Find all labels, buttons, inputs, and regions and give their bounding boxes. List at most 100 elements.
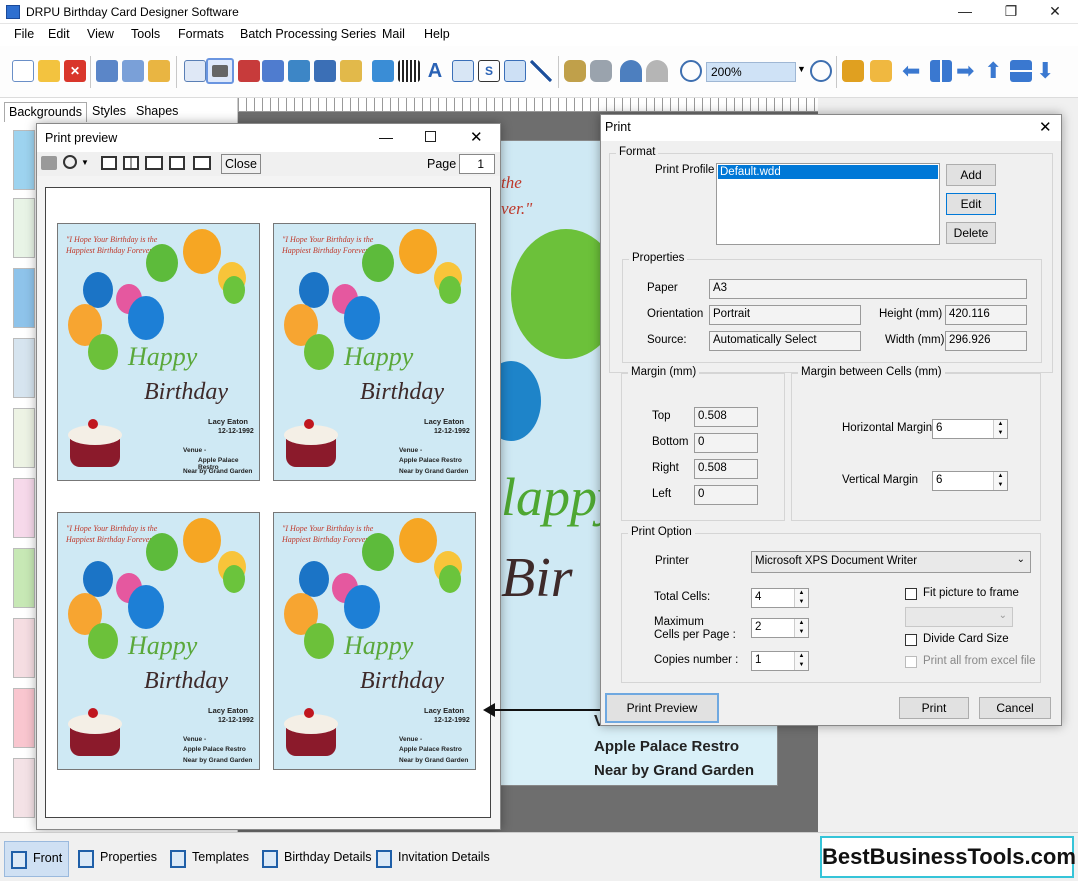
card-birthday-text[interactable]: Bir	[501, 546, 573, 610]
minimize-button[interactable]: —	[942, 0, 988, 24]
card-venue-line2[interactable]: Apple Palace Restro	[594, 738, 739, 755]
tab-birthday-details[interactable]: Birthday Details	[256, 841, 378, 877]
left-margin-field[interactable]: 0	[694, 485, 758, 505]
fit-picture-select[interactable]: ⌄	[905, 607, 1013, 627]
redo-icon[interactable]	[646, 60, 668, 82]
tab-shapes[interactable]: Shapes	[132, 102, 182, 122]
menu-view[interactable]: View	[87, 27, 114, 41]
mail-icon[interactable]	[504, 60, 526, 82]
tab-front[interactable]: Front	[4, 841, 70, 877]
card-venue-line3[interactable]: Near by Grand Garden	[594, 762, 754, 779]
source-field[interactable]: Automatically Select	[709, 331, 861, 351]
width-field[interactable]: 296.926	[945, 331, 1027, 351]
print-all-excel-checkbox[interactable]	[905, 656, 917, 668]
print-profile-list[interactable]: Default.wdd	[716, 163, 940, 245]
watermark-icon[interactable]	[372, 60, 394, 82]
undo-icon[interactable]	[620, 60, 642, 82]
background-thumbnail[interactable]	[13, 758, 35, 818]
spinner-arrows-icon[interactable]: ▲ ▼	[794, 589, 808, 607]
max-cells-spinner[interactable]: 2 ▲ ▼	[751, 618, 809, 638]
maximize-button[interactable]: ❐	[988, 0, 1034, 24]
print-button[interactable]: Print	[899, 697, 969, 719]
three-pages-icon[interactable]	[145, 156, 163, 170]
lock-icon[interactable]	[842, 60, 864, 82]
divide-card-checkbox[interactable]	[905, 634, 917, 646]
background-thumbnail[interactable]	[13, 548, 35, 608]
background-thumbnail[interactable]	[13, 688, 35, 748]
preview-zoom-icon[interactable]	[63, 155, 77, 169]
database-icon[interactable]	[564, 60, 586, 82]
menu-tools[interactable]: Tools	[131, 27, 160, 41]
menu-help[interactable]: Help	[424, 27, 450, 41]
menu-formats[interactable]: Formats	[178, 27, 224, 41]
background-thumbnail[interactable]	[13, 268, 35, 328]
tab-templates[interactable]: Templates	[164, 841, 255, 877]
menu-edit[interactable]: Edit	[48, 27, 70, 41]
pen-icon[interactable]	[314, 60, 336, 82]
print-preview-button[interactable]: Print Preview	[605, 693, 719, 723]
printer-select[interactable]: Microsoft XPS Document Writer ⌄	[751, 551, 1031, 573]
page-number-input[interactable]: 1	[459, 154, 495, 174]
save-as-icon[interactable]	[122, 60, 144, 82]
spinner-arrows-icon[interactable]: ▲ ▼	[794, 652, 808, 670]
zoom-out-icon[interactable]	[810, 60, 832, 82]
background-thumbnail[interactable]	[13, 478, 35, 538]
word-art-icon[interactable]	[452, 60, 474, 82]
new-icon[interactable]	[12, 60, 34, 82]
save-icon[interactable]	[96, 60, 118, 82]
zoom-dropdown-icon[interactable]: ▼	[797, 64, 806, 74]
two-pages-icon[interactable]	[123, 156, 139, 170]
signature-icon[interactable]: S	[478, 60, 500, 82]
background-thumbnail[interactable]	[13, 130, 35, 190]
spinner-arrows-icon[interactable]: ▲ ▼	[794, 619, 808, 637]
preview-close-text-button[interactable]: Close	[221, 154, 261, 174]
add-profile-button[interactable]: Add	[946, 164, 996, 186]
vertical-margin-spinner[interactable]: 6 ▲ ▼	[932, 471, 1008, 491]
edit-profile-button[interactable]: Edit	[946, 193, 996, 215]
preview-zoom-dropdown-icon[interactable]: ▼	[81, 158, 89, 167]
spinner-arrows-icon[interactable]: ▲ ▼	[993, 420, 1007, 438]
database-gray-icon[interactable]	[590, 60, 612, 82]
horizontal-margin-spinner[interactable]: 6 ▲ ▼	[932, 419, 1008, 439]
delete-profile-button[interactable]: Delete	[946, 222, 996, 244]
preview-maximize-button[interactable]	[425, 131, 436, 142]
background-thumbnail[interactable]	[13, 338, 35, 398]
arrow-left-icon[interactable]: ⬅	[902, 60, 924, 82]
flip-vertical-icon[interactable]	[1010, 60, 1032, 82]
zoom-in-icon[interactable]	[680, 60, 702, 82]
preview-minimize-button[interactable]: —	[379, 129, 393, 145]
background-thumbnail[interactable]	[13, 618, 35, 678]
right-margin-field[interactable]: 0.508	[694, 459, 758, 479]
shapes-icon[interactable]	[340, 60, 362, 82]
background-thumbnail[interactable]	[13, 198, 35, 258]
open-icon[interactable]	[38, 60, 60, 82]
copy-icon[interactable]	[238, 60, 260, 82]
flip-horizontal-icon[interactable]	[930, 60, 952, 82]
zoom-combo[interactable]: 200%	[706, 62, 796, 82]
print-dialog-close-button[interactable]: ✕	[1039, 118, 1052, 136]
tab-invitation-details[interactable]: Invitation Details	[370, 841, 496, 877]
export-icon[interactable]	[148, 60, 170, 82]
arrow-down-icon[interactable]: ⬇	[1036, 60, 1058, 82]
total-cells-spinner[interactable]: 4 ▲ ▼	[751, 588, 809, 608]
six-pages-icon[interactable]	[193, 156, 211, 170]
arrow-right-icon[interactable]: ➡	[956, 60, 978, 82]
paper-field[interactable]: A3	[709, 279, 1027, 299]
bottom-margin-field[interactable]: 0	[694, 433, 758, 453]
menu-file[interactable]: File	[14, 27, 34, 41]
line-icon[interactable]	[530, 60, 552, 82]
close-window-button[interactable]: ✕	[1032, 0, 1078, 24]
copies-spinner[interactable]: 1 ▲ ▼	[751, 651, 809, 671]
tab-properties[interactable]: Properties	[72, 841, 163, 877]
fit-picture-checkbox[interactable]	[905, 588, 917, 600]
top-margin-field[interactable]: 0.508	[694, 407, 758, 427]
profile-item-default[interactable]: Default.wdd	[718, 165, 938, 179]
print-setup-icon[interactable]	[184, 60, 206, 82]
unlock-icon[interactable]	[870, 60, 892, 82]
cancel-button[interactable]: Cancel	[979, 697, 1051, 719]
tab-backgrounds[interactable]: Backgrounds	[4, 102, 87, 122]
menu-batch-processing[interactable]: Batch Processing Series	[240, 27, 376, 41]
close-doc-icon[interactable]: ✕	[64, 60, 86, 82]
menu-mail[interactable]: Mail	[382, 27, 405, 41]
four-pages-icon[interactable]	[169, 156, 185, 170]
